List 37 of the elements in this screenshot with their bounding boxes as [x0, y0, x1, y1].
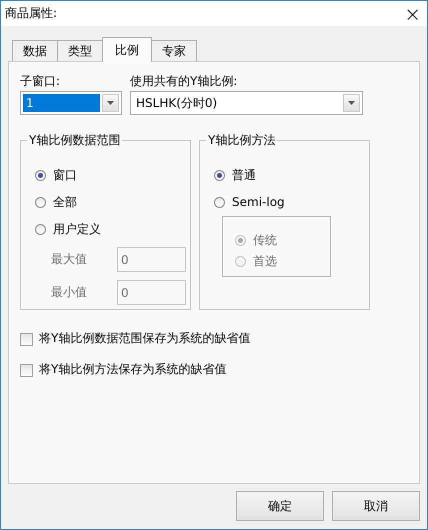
- group-title: Y轴比例方法: [206, 132, 278, 149]
- dropdown-button[interactable]: [343, 94, 360, 112]
- radio-label: 普通: [232, 166, 256, 184]
- tab[interactable]: 数据: [12, 40, 58, 61]
- field-label: 子窗口:: [20, 73, 62, 90]
- close-button[interactable]: ×: [404, 4, 421, 24]
- dialog-button[interactable]: 确定: [236, 491, 324, 521]
- field-label: 使用共有的Y轴比例:: [130, 73, 238, 90]
- dropdown[interactable]: HSLHK(分时0): [130, 91, 363, 115]
- group-title: Y轴比例数据范围: [27, 132, 122, 149]
- radio-label: Semi-log: [232, 195, 285, 209]
- window-title: 商品属性:: [5, 5, 58, 22]
- dialog-button[interactable]: 取消: [332, 491, 420, 521]
- checkbox-label: 将Y轴比例数据范围保存为系统的缺省值: [39, 330, 250, 347]
- caret-icon: [107, 101, 114, 105]
- radio-label: 用户定义: [53, 220, 101, 238]
- radio-label: 全部: [53, 194, 77, 210]
- radio-button[interactable]: [35, 196, 46, 208]
- radio-button[interactable]: [214, 196, 225, 208]
- caret-icon: [348, 101, 355, 105]
- dropdown-button[interactable]: [102, 94, 119, 112]
- radio-button[interactable]: [35, 170, 46, 180]
- radio-label: 传统: [253, 232, 277, 248]
- tab[interactable]: 专家: [151, 40, 197, 61]
- radio-button[interactable]: [214, 170, 225, 180]
- dropdown-value: HSLHK(分时0): [135, 94, 218, 112]
- dropdown[interactable]: 1: [20, 91, 122, 115]
- checkbox[interactable]: [20, 364, 33, 376]
- radio-label: 首选: [253, 252, 277, 270]
- radio-label: 窗口: [53, 166, 77, 184]
- checkbox-label: 将Y轴比例方法保存为系统的缺省值: [39, 361, 226, 378]
- radio-button[interactable]: [35, 224, 46, 234]
- field-label: 最小值: [51, 284, 88, 301]
- dropdown-value: 1: [23, 94, 100, 112]
- checkbox[interactable]: [20, 332, 33, 346]
- field-label: 最大值: [51, 251, 88, 268]
- tab[interactable]: 比例: [102, 37, 152, 62]
